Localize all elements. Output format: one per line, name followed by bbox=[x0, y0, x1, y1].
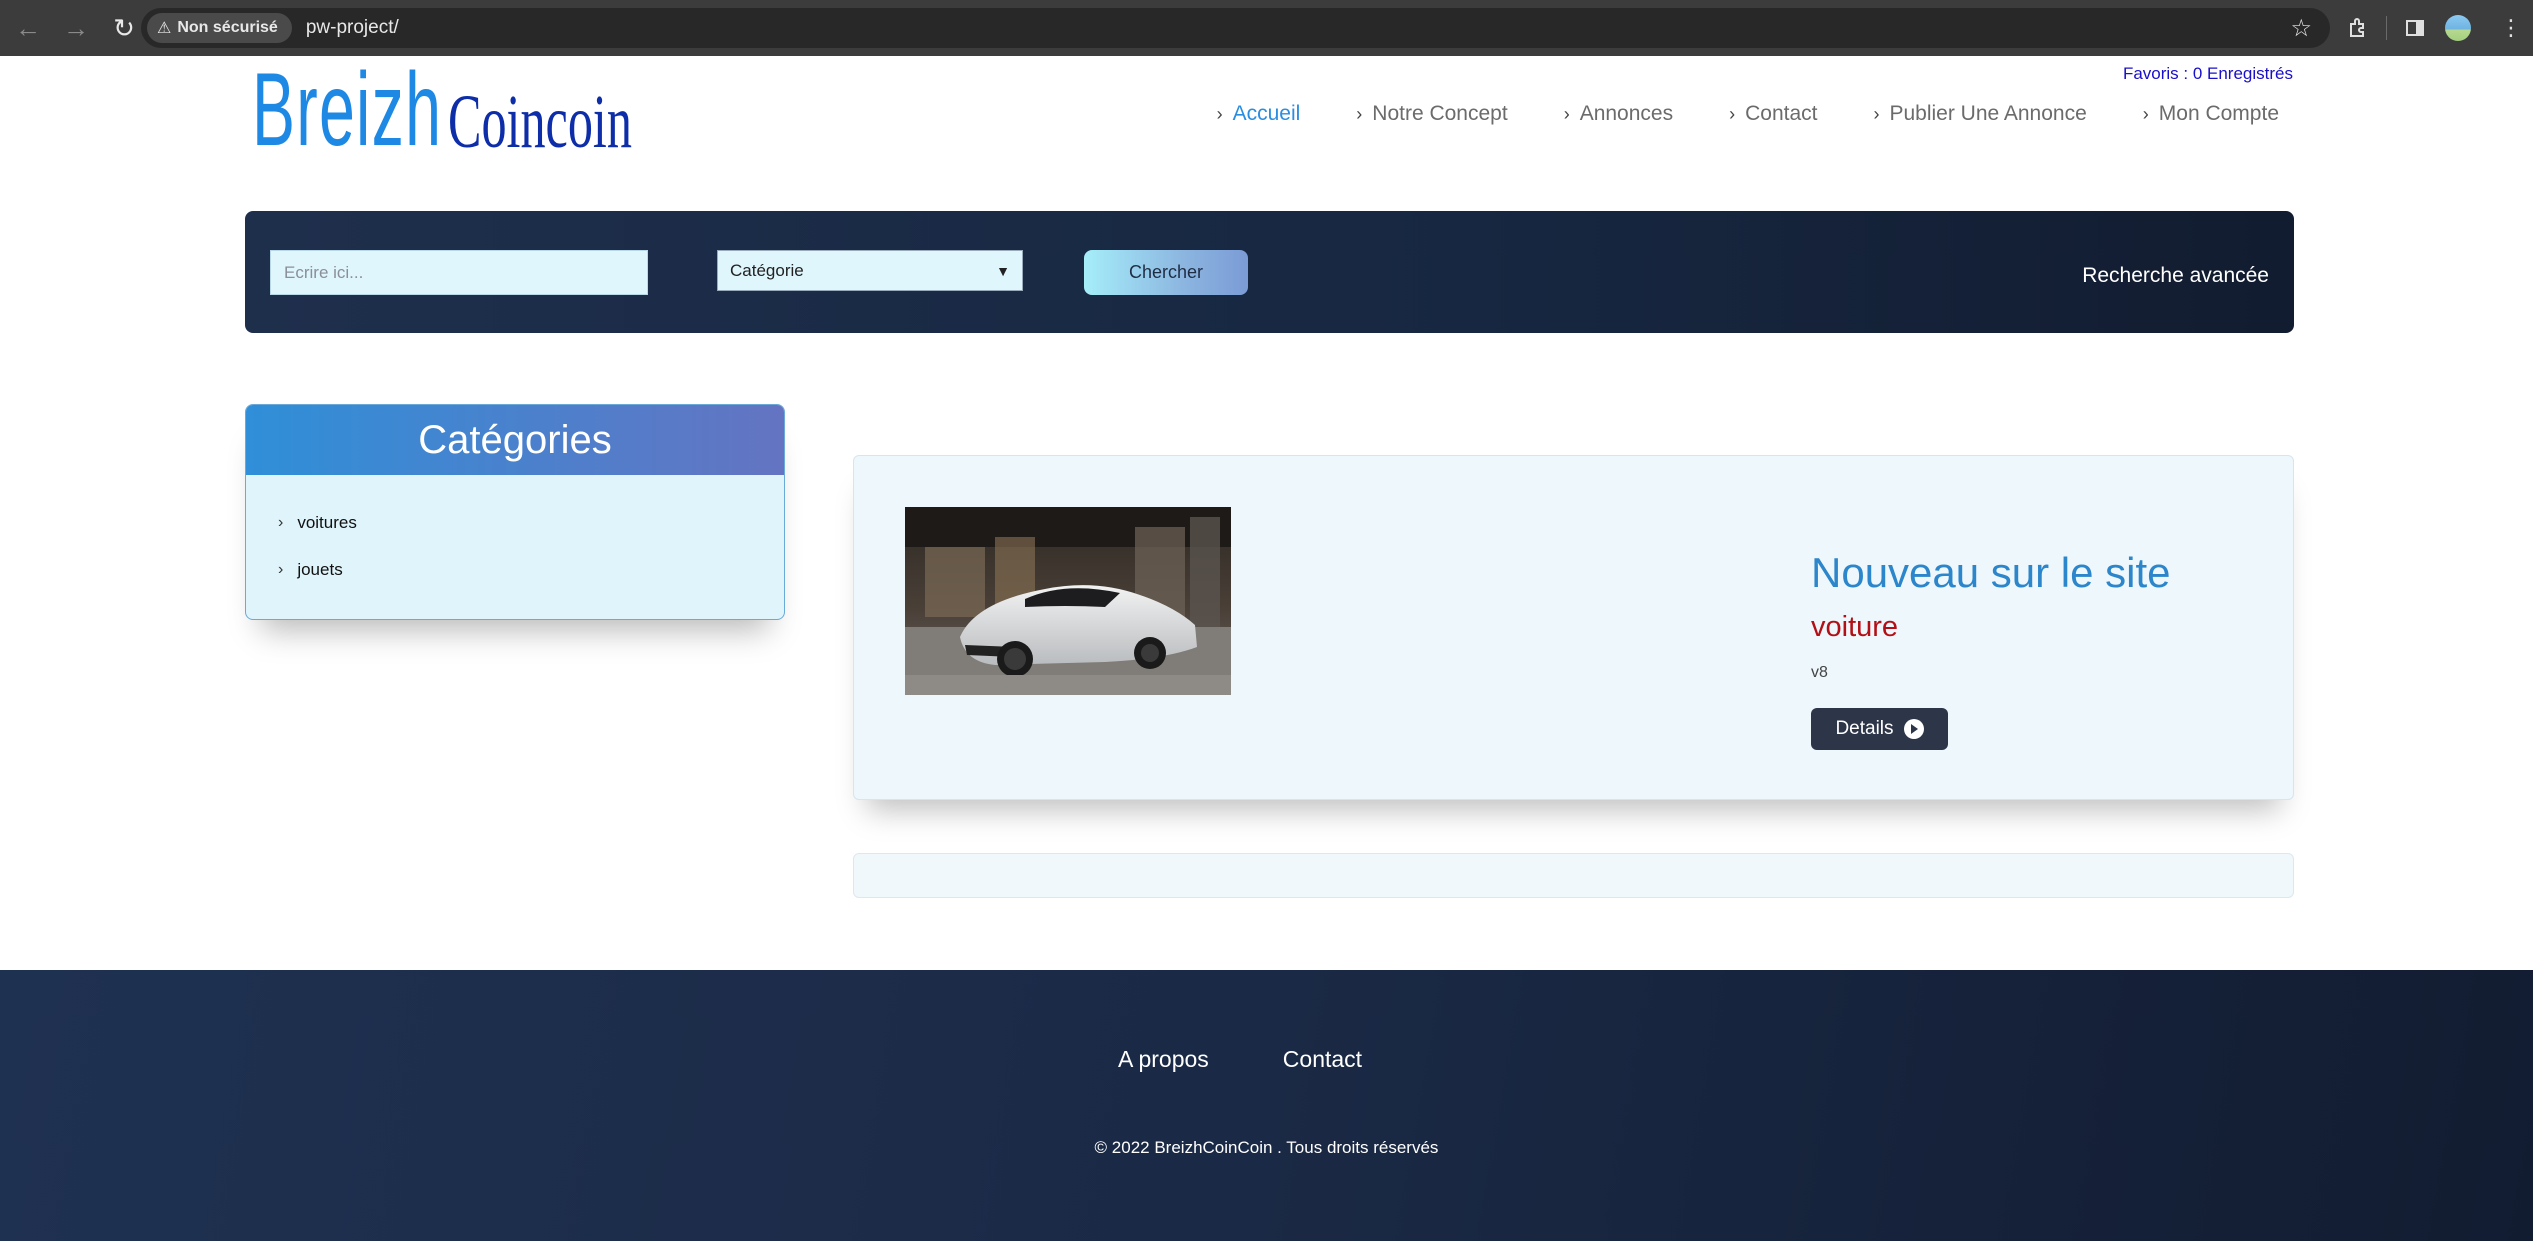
footer-link-contact[interactable]: Contact bbox=[1283, 1046, 1362, 1073]
forward-icon[interactable]: → bbox=[56, 8, 96, 48]
categories-title: Catégories bbox=[246, 405, 784, 475]
listing-description: v8 bbox=[1811, 664, 1828, 681]
browser-actions: ⋮ bbox=[2336, 0, 2533, 56]
category-item-jouets[interactable]: › jouets bbox=[246, 546, 784, 593]
categories-panel: Catégories › voitures › jouets bbox=[245, 404, 785, 620]
chevron-down-icon: ▼ bbox=[996, 262, 1010, 279]
extensions-icon[interactable] bbox=[2336, 6, 2380, 50]
nav-item-accueil[interactable]: › Accueil bbox=[1217, 102, 1301, 126]
nav-label: Notre Concept bbox=[1372, 102, 1508, 125]
favorites-link[interactable]: Favoris : 0 Enregistrés bbox=[2123, 64, 2293, 84]
nav-label: Contact bbox=[1745, 102, 1818, 125]
bookmark-star-icon[interactable]: ☆ bbox=[2290, 14, 2312, 43]
nav-label: Mon Compte bbox=[2158, 102, 2279, 125]
copyright-text: © 2022 BreizhCoinCoin . Tous droits rése… bbox=[0, 1138, 2533, 1158]
nav-item-mon-compte[interactable]: › Mon Compte bbox=[2143, 102, 2279, 126]
nav-item-annonces[interactable]: › Annonces bbox=[1564, 102, 1673, 126]
search-input[interactable] bbox=[270, 250, 648, 295]
nav-label: Accueil bbox=[1232, 102, 1301, 125]
search-bar: Catégorie ▼ Chercher Recherche avancée bbox=[245, 211, 2294, 333]
nav-item-contact[interactable]: › Contact bbox=[1729, 102, 1817, 126]
url-text[interactable]: pw-project/ bbox=[306, 17, 399, 39]
security-label: Non sécurisé bbox=[177, 19, 278, 36]
category-select[interactable]: Catégorie ▼ bbox=[717, 250, 1023, 291]
pagination-strip bbox=[853, 853, 2294, 898]
details-label: Details bbox=[1835, 718, 1894, 739]
category-select-value: Catégorie bbox=[730, 260, 804, 280]
advanced-search-link[interactable]: Recherche avancée bbox=[2082, 264, 2269, 288]
copyright-label: © 2022 BreizhCoinCoin . Tous droits rése… bbox=[1094, 1138, 1439, 1157]
chevron-right-icon: › bbox=[1356, 103, 1363, 124]
nav-item-publier-annonce[interactable]: › Publier Une Annonce bbox=[1873, 102, 2086, 126]
nav-label: Annonces bbox=[1579, 102, 1674, 125]
side-panel-icon[interactable] bbox=[2393, 6, 2437, 50]
security-chip[interactable]: ⚠ Non sécurisé bbox=[147, 13, 292, 43]
chevron-right-icon: › bbox=[1873, 103, 1880, 124]
address-bar[interactable]: ⚠ Non sécurisé pw-project/ ☆ bbox=[141, 8, 2330, 48]
toolbar-divider bbox=[2386, 16, 2387, 40]
logo-breizh-text: Breizh bbox=[252, 52, 443, 168]
listing-info: Nouveau sur le site voiture v8 Details bbox=[1811, 549, 2171, 750]
browser-toolbar: ← → ↻ ⚠ Non sécurisé pw-project/ ☆ ⋮ bbox=[0, 0, 2533, 56]
search-button[interactable]: Chercher bbox=[1084, 250, 1248, 295]
site-footer: A propos Contact © 2022 BreizhCoinCoin .… bbox=[0, 970, 2533, 1241]
reload-icon[interactable]: ↻ bbox=[104, 8, 144, 48]
back-icon[interactable]: ← bbox=[8, 8, 48, 48]
menu-dots-icon[interactable]: ⋮ bbox=[2489, 6, 2533, 50]
footer-links: A propos Contact bbox=[1118, 1046, 1362, 1073]
chevron-right-icon: › bbox=[1563, 103, 1570, 124]
listing-heading: Nouveau sur le site bbox=[1811, 549, 2171, 596]
details-button[interactable]: Details bbox=[1811, 708, 1948, 750]
chevron-right-icon: › bbox=[2142, 103, 2149, 124]
site-header: Breizh Coincoin Favoris : 0 Enregistrés … bbox=[0, 56, 2533, 206]
profile-avatar[interactable] bbox=[2445, 15, 2471, 41]
category-label: voitures bbox=[297, 512, 357, 532]
site-logo[interactable]: Breizh Coincoin bbox=[252, 58, 727, 164]
play-circle-icon bbox=[1903, 719, 1924, 739]
nav-item-notre-concept[interactable]: › Notre Concept bbox=[1356, 102, 1507, 126]
listing-photo[interactable] bbox=[905, 507, 1231, 695]
category-label: jouets bbox=[297, 559, 343, 579]
chevron-right-icon: › bbox=[278, 513, 284, 531]
main-nav: › Accueil › Notre Concept › Annonces › Conta… bbox=[1217, 102, 2279, 126]
categories-list: › voitures › jouets bbox=[246, 475, 784, 593]
chevron-right-icon: › bbox=[1729, 103, 1736, 124]
footer-link-a-propos[interactable]: A propos bbox=[1118, 1046, 1209, 1073]
warning-icon: ⚠ bbox=[157, 20, 172, 37]
listing-category: voiture bbox=[1811, 611, 1899, 643]
nav-label: Publier Une Annonce bbox=[1889, 102, 2087, 125]
chevron-right-icon: › bbox=[1216, 103, 1223, 124]
chevron-right-icon: › bbox=[278, 560, 284, 578]
logo-coincoin-text: Coincoin bbox=[448, 80, 632, 164]
category-item-voitures[interactable]: › voitures bbox=[246, 499, 784, 546]
listing-card: Nouveau sur le site voiture v8 Details bbox=[853, 455, 2294, 800]
